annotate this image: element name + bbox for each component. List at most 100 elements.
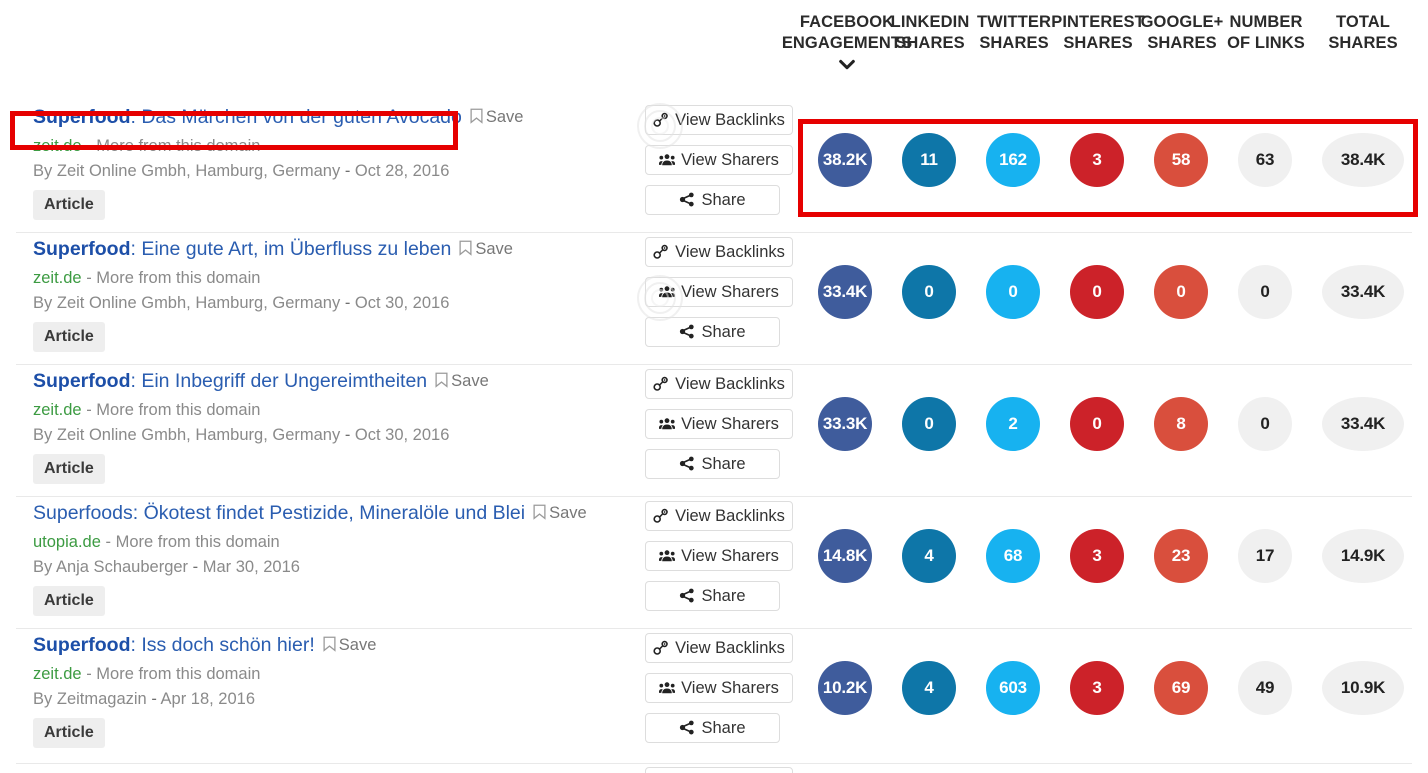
- save-button[interactable]: Save: [323, 633, 377, 657]
- view-backlinks-label: View Backlinks: [675, 243, 785, 261]
- metric-links: 63: [1238, 133, 1292, 187]
- view-backlinks-button[interactable]: View Backlinks: [645, 501, 793, 531]
- row-divider: [16, 496, 1412, 497]
- metric-linkedin: 11: [902, 133, 956, 187]
- result-title-link[interactable]: Superfood: Das Märchen von der guten Avo…: [33, 106, 462, 128]
- result-title-line: Superfood: Eine gute Art, im Überfluss z…: [33, 237, 633, 261]
- share-nodes-icon: [680, 456, 695, 471]
- metric-bubbles: 14.8K 4 68 3 23 17 14.9K: [0, 529, 1428, 589]
- content-type-tag: Article: [33, 586, 105, 616]
- metric-total: 10.9K: [1322, 661, 1404, 715]
- share-nodes-icon: [680, 720, 695, 735]
- metric-facebook: 10.2K: [818, 661, 872, 715]
- link-chain-icon: [653, 244, 668, 259]
- metric-pinterest: 3: [1070, 529, 1124, 583]
- view-backlinks-label: View Backlinks: [675, 639, 785, 657]
- save-button[interactable]: Save: [470, 105, 524, 129]
- result-title-keyword: Superfood: [33, 106, 131, 128]
- share-label: Share: [701, 191, 746, 209]
- metric-total: 33.4K: [1322, 265, 1404, 319]
- search-results-page: FACEBOOK ENGAGEMENTS LINKEDIN SHARES TWITTER…: [0, 0, 1428, 773]
- metric-pinterest: 3: [1070, 661, 1124, 715]
- result-row: Superfoods: Ökotest findet Pestizide, Mi…: [0, 501, 1428, 629]
- bookmark-icon: [323, 636, 336, 652]
- metric-linkedin: 4: [902, 529, 956, 583]
- view-backlinks-label: View Backlinks: [675, 375, 785, 393]
- column-header-total[interactable]: TOTAL SHARES: [1273, 12, 1428, 54]
- metric-facebook: 33.3K: [818, 397, 872, 451]
- metric-facebook: 14.8K: [818, 529, 872, 583]
- metric-bubbles: 33.4K 0 0 0 0 0 33.4K: [0, 265, 1428, 325]
- save-label: Save: [451, 372, 489, 390]
- result-title-keyword: Superfood: [33, 634, 131, 656]
- link-chain-icon: [653, 112, 668, 127]
- share-nodes-icon: [680, 192, 695, 207]
- metric-twitter: 2: [986, 397, 1040, 451]
- row-divider: [16, 364, 1412, 365]
- save-label: Save: [485, 108, 524, 126]
- metric-linkedin: 0: [902, 397, 956, 451]
- metric-twitter: 68: [986, 529, 1040, 583]
- metric-total: 38.4K: [1322, 133, 1404, 187]
- metric-bubbles: 33.3K 0 2 0 8 0 33.4K: [0, 397, 1428, 457]
- result-row: Superfood: Iss doch schön hier! Save zeit.…: [0, 633, 1428, 761]
- view-backlinks-button[interactable]: View Backlinks: [645, 237, 793, 267]
- result-title-line: Superfood: Iss doch schön hier! Save: [33, 633, 633, 657]
- result-title-link[interactable]: Superfood: Ein Inbegriff der Ungereimthe…: [33, 370, 427, 392]
- result-title-link[interactable]: Superfood: Iss doch schön hier!: [33, 634, 315, 656]
- result-row: Superfood: Ein Inbegriff der Ungereimthe…: [0, 369, 1428, 497]
- result-title-line: Superfood: Ein Inbegriff der Ungereimthe…: [33, 369, 633, 393]
- results-table-header: FACEBOOK ENGAGEMENTS LINKEDIN SHARES TWITTER…: [0, 0, 1428, 100]
- metric-pinterest: 0: [1070, 397, 1124, 451]
- result-row: Superfood: Eine gute Art, im Überfluss z…: [0, 237, 1428, 365]
- metric-links: 17: [1238, 529, 1292, 583]
- metric-bubbles: 38.2K 11 162 3 58 63 38.4K: [0, 133, 1428, 193]
- save-label: Save: [338, 636, 377, 654]
- bookmark-icon: [533, 504, 546, 520]
- result-title-text: Superfoods: Ökotest findet Pestizide, Mi…: [33, 502, 526, 524]
- result-row: Superfood: Das Märchen von der guten Avo…: [0, 103, 1428, 233]
- metric-googleplus: 0: [1154, 265, 1208, 319]
- link-chain-icon: [653, 376, 668, 391]
- chevron-down-icon[interactable]: [838, 58, 856, 72]
- content-type-tag: Article: [33, 718, 105, 748]
- share-label: Share: [701, 323, 746, 341]
- link-chain-icon: [653, 640, 668, 655]
- bookmark-icon: [470, 108, 483, 124]
- share-label: Share: [701, 455, 746, 473]
- save-label: Save: [549, 504, 587, 522]
- view-backlinks-button[interactable]: View Backlinks: [645, 369, 793, 399]
- metric-facebook: 33.4K: [818, 265, 872, 319]
- metric-twitter: 0: [986, 265, 1040, 319]
- result-title-line: Superfoods: Ökotest findet Pestizide, Mi…: [33, 501, 633, 525]
- link-chain-icon: [653, 508, 668, 523]
- bookmark-icon: [459, 240, 472, 256]
- result-title-keyword: Superfood: [33, 238, 131, 260]
- save-button[interactable]: Save: [533, 501, 587, 525]
- save-label: Save: [475, 240, 513, 258]
- view-backlinks-label: View Backlinks: [675, 111, 785, 129]
- result-title-text: : Das Märchen von der guten Avocado: [130, 106, 462, 128]
- view-backlinks-label: View Backlinks: [675, 507, 785, 525]
- metric-links: 0: [1238, 265, 1292, 319]
- metric-googleplus: 69: [1154, 661, 1208, 715]
- view-backlinks-button[interactable]: View Backlinks: [645, 105, 793, 135]
- metric-pinterest: 3: [1070, 133, 1124, 187]
- share-nodes-icon: [680, 324, 695, 339]
- result-title-line: Superfood: Das Märchen von der guten Avo…: [33, 105, 633, 129]
- metric-linkedin: 0: [902, 265, 956, 319]
- save-button[interactable]: Save: [459, 237, 513, 261]
- save-button[interactable]: Save: [435, 369, 489, 393]
- share-label: Share: [701, 587, 746, 605]
- result-title-keyword: Superfood: [33, 370, 131, 392]
- share-nodes-icon: [680, 588, 695, 603]
- column-header-line1: TOTAL: [1336, 13, 1390, 31]
- result-title-text: : Eine gute Art, im Überfluss zu leben: [130, 238, 452, 260]
- column-header-line2: SHARES: [1328, 34, 1398, 52]
- row-divider: [16, 763, 1412, 764]
- view-backlinks-button[interactable]: View Backlinks: [645, 633, 793, 663]
- result-title-link[interactable]: Superfood: Eine gute Art, im Überfluss z…: [33, 238, 451, 260]
- result-title-link[interactable]: Superfoods: Ökotest findet Pestizide, Mi…: [33, 502, 525, 524]
- view-backlinks-button[interactable]: View Backlinks: [645, 767, 793, 773]
- content-type-tag: Article: [33, 322, 105, 352]
